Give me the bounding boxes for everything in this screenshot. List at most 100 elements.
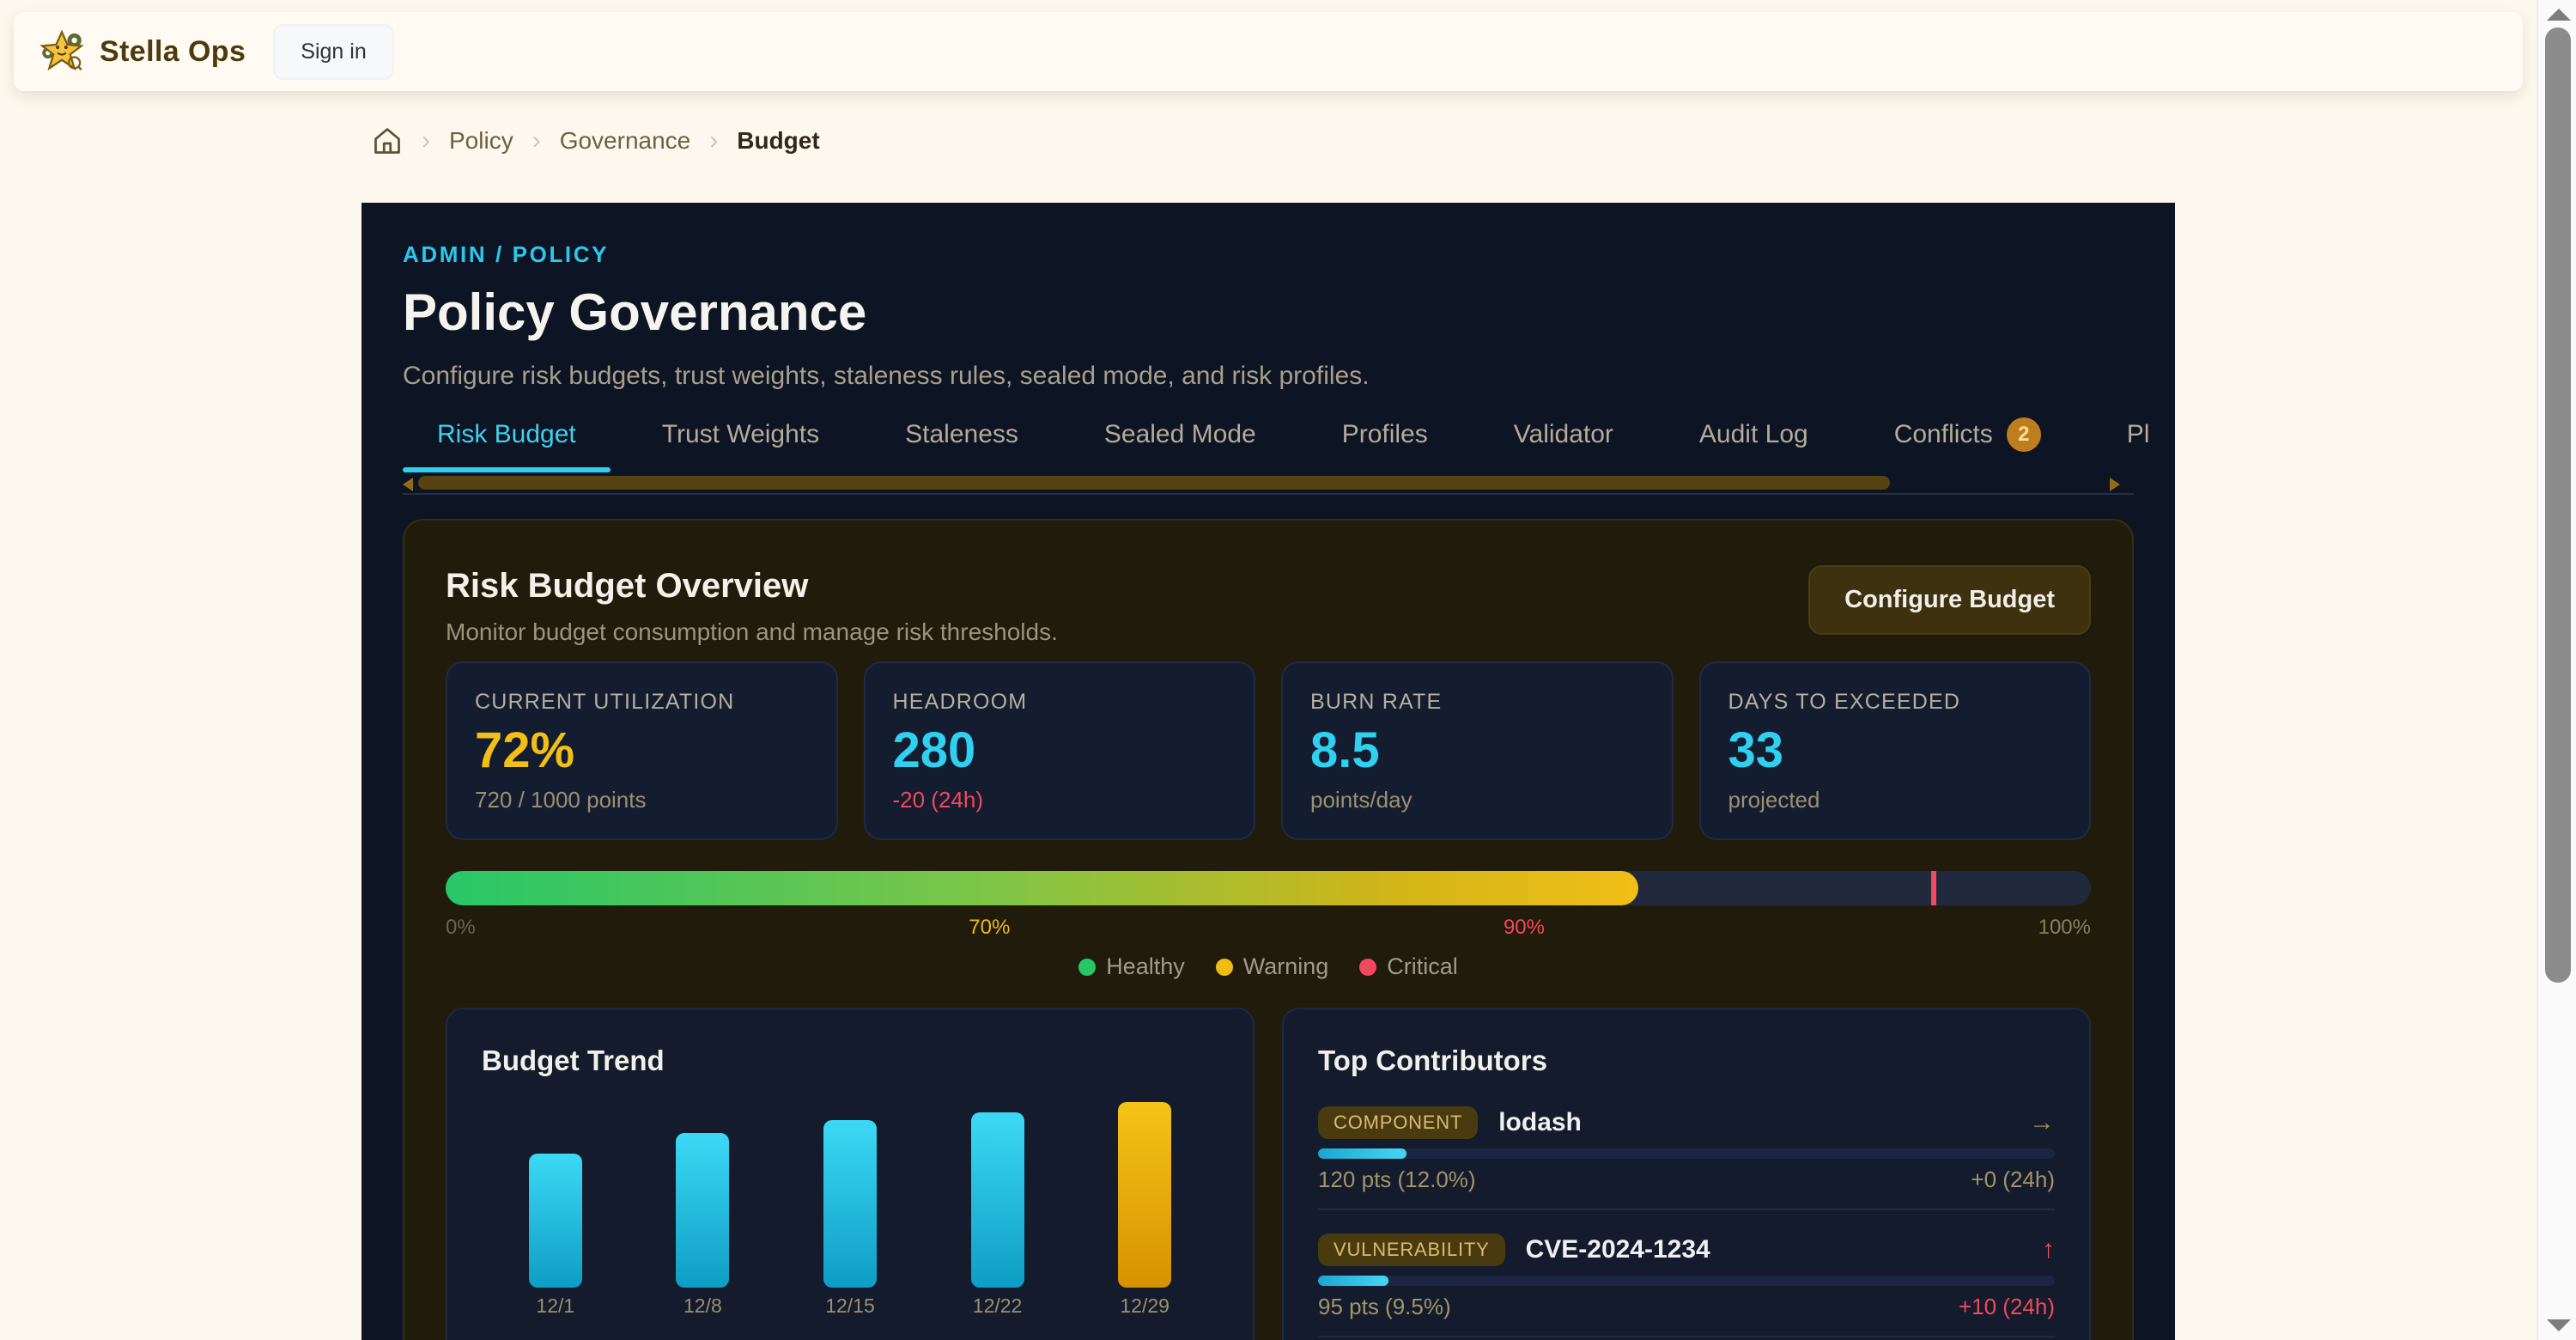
list-item[interactable]: VULNERABILITY CVE-2024-1234 ↑ 95 pts (9.… [1318, 1233, 2055, 1337]
tab-label: Audit Log [1699, 420, 1808, 449]
x-tick-label: 12/1 [504, 1294, 607, 1318]
x-tick-label: 12/8 [651, 1294, 754, 1318]
scrollbar-thumb[interactable] [2545, 27, 2571, 983]
contribution-fill [1318, 1276, 1388, 1286]
type-badge: VULNERABILITY [1318, 1233, 1505, 1266]
status-legend: Healthy Warning Critical [446, 953, 2091, 980]
section-eyebrow: ADMIN / POLICY [403, 241, 2134, 268]
stat-sub: points/day [1310, 787, 1644, 813]
stat-label: HEADROOM [893, 689, 1227, 715]
divider [1318, 1209, 2055, 1210]
chart-bar-column [676, 1133, 729, 1288]
tab-label: Trust Weights [662, 420, 819, 449]
x-tick-label: 12/29 [1093, 1294, 1196, 1318]
scrollbar-thumb[interactable] [418, 476, 1890, 490]
stat-label: CURRENT UTILIZATION [475, 689, 809, 715]
list-item[interactable]: COMPONENT lodash → 120 pts (12.0%) +0 (2… [1318, 1106, 2055, 1210]
utilization-scale-labels: 0% 70% 90% 100% [446, 916, 2091, 940]
breadcrumb-item-governance[interactable]: Governance [560, 127, 691, 155]
scroll-down-arrow-icon[interactable] [2547, 1319, 2571, 1331]
page-title: Policy Governance [403, 282, 2134, 344]
contributor-delta: +10 (24h) [1959, 1294, 2055, 1319]
type-badge: COMPONENT [1318, 1106, 1478, 1139]
critical-dot-icon [1359, 959, 1376, 976]
breadcrumb-item-policy[interactable]: Policy [449, 127, 513, 155]
scroll-left-arrow-icon[interactable] [403, 478, 413, 491]
contributor-points: 120 pts (12.0%) [1318, 1167, 1476, 1191]
configure-budget-button[interactable]: Configure Budget [1808, 565, 2091, 635]
chart-bar [676, 1133, 729, 1288]
page-subtitle: Configure risk budgets, trust weights, s… [403, 359, 2134, 393]
stat-current-utilization: CURRENT UTILIZATION 72% 720 / 1000 point… [446, 661, 838, 840]
contributor-name: lodash [1498, 1108, 1582, 1137]
tab-label: Risk Budget [437, 420, 576, 449]
tab-sealed-mode[interactable]: Sealed Mode [1070, 404, 1291, 472]
legend-label: Healthy [1106, 953, 1185, 980]
scroll-up-arrow-icon[interactable] [2547, 9, 2571, 21]
contribution-track [1318, 1148, 2055, 1159]
tabs-horizontal-scrollbar[interactable] [403, 476, 2134, 491]
tab-label: Pl [2127, 420, 2150, 449]
tab-trust-weights[interactable]: Trust Weights [628, 404, 854, 472]
budget-trend-card: Budget Trend 12/1 12/8 12/15 12/22 12/29 [446, 1008, 1255, 1340]
vertical-scrollbar[interactable] [2537, 0, 2576, 1340]
chart-bar [823, 1120, 877, 1288]
chart-bar-column [971, 1112, 1024, 1288]
tab-risk-budget[interactable]: Risk Budget [403, 404, 611, 472]
tab-conflicts[interactable]: Conflicts 2 [1860, 404, 2075, 472]
contributors-list: COMPONENT lodash → 120 pts (12.0%) +0 (2… [1318, 1106, 2055, 1340]
stat-value: 280 [893, 725, 1227, 777]
right-arrow-icon[interactable]: → [2029, 1108, 2055, 1137]
breadcrumb-item-budget: Budget [737, 127, 819, 155]
budget-utilization-bar [446, 871, 2091, 905]
tab-staleness[interactable]: Staleness [871, 404, 1053, 472]
policy-governance-panel: ADMIN / POLICY Policy Governance Configu… [361, 203, 2175, 1340]
scroll-right-arrow-icon[interactable] [2110, 478, 2120, 491]
card-title: Risk Budget Overview [446, 565, 1058, 606]
legend-warning: Warning [1216, 953, 1329, 980]
stat-headroom: HEADROOM 280 -20 (24h) [864, 661, 1256, 840]
scale-label-100: 100% [2038, 916, 2091, 940]
stat-label: BURN RATE [1310, 689, 1644, 715]
risk-budget-overview-card: Risk Budget Overview Monitor budget cons… [403, 519, 2134, 1340]
stat-label: DAYS TO EXCEEDED [1728, 689, 2063, 715]
chart-bar [1118, 1102, 1171, 1288]
conflicts-count-badge: 2 [2007, 417, 2041, 452]
contributor-delta: +0 (24h) [1971, 1167, 2055, 1191]
tab-validator[interactable]: Validator [1479, 404, 1648, 472]
budget-trend-chart [482, 1095, 1218, 1288]
healthy-dot-icon [1078, 959, 1096, 976]
contribution-track [1318, 1276, 2055, 1286]
tab-audit-log[interactable]: Audit Log [1665, 404, 1843, 472]
chart-bar-column [823, 1120, 877, 1288]
card-subtitle: Monitor budget consumption and manage ri… [446, 617, 1058, 648]
home-icon[interactable] [372, 125, 403, 156]
tabbar-divider [403, 493, 2134, 495]
chart-bar [971, 1112, 1024, 1288]
scale-label-70: 70% [969, 916, 1010, 940]
utilization-fill [446, 871, 1638, 905]
critical-threshold-marker [1931, 871, 1936, 905]
stella-ops-logo-icon [39, 29, 84, 74]
legend-label: Warning [1243, 953, 1329, 980]
tab-clipped[interactable]: Pl [2093, 404, 2175, 472]
contribution-fill [1318, 1148, 1406, 1159]
brand-name: Stella Ops [100, 35, 246, 69]
legend-healthy: Healthy [1078, 953, 1185, 980]
tab-label: Profiles [1342, 420, 1428, 449]
chart-x-axis-labels: 12/1 12/8 12/15 12/22 12/29 [482, 1294, 1218, 1318]
legend-label: Critical [1387, 953, 1458, 980]
tab-profiles[interactable]: Profiles [1308, 404, 1462, 472]
tab-bar: Risk Budget Trust Weights Staleness Seal… [403, 404, 2175, 472]
stat-burn-rate: BURN RATE 8.5 points/day [1281, 661, 1674, 840]
sign-in-button[interactable]: Sign in [273, 24, 393, 80]
stat-value: 33 [1728, 725, 2063, 777]
topbar: Stella Ops Sign in [14, 12, 2523, 91]
warning-dot-icon [1216, 959, 1233, 976]
chart-bar [529, 1154, 582, 1288]
up-arrow-icon[interactable]: ↑ [2042, 1235, 2055, 1264]
stat-value: 72% [475, 725, 809, 777]
stat-sub: 720 / 1000 points [475, 787, 809, 813]
tab-label: Conflicts [1894, 420, 1993, 449]
tab-label: Staleness [905, 420, 1018, 449]
